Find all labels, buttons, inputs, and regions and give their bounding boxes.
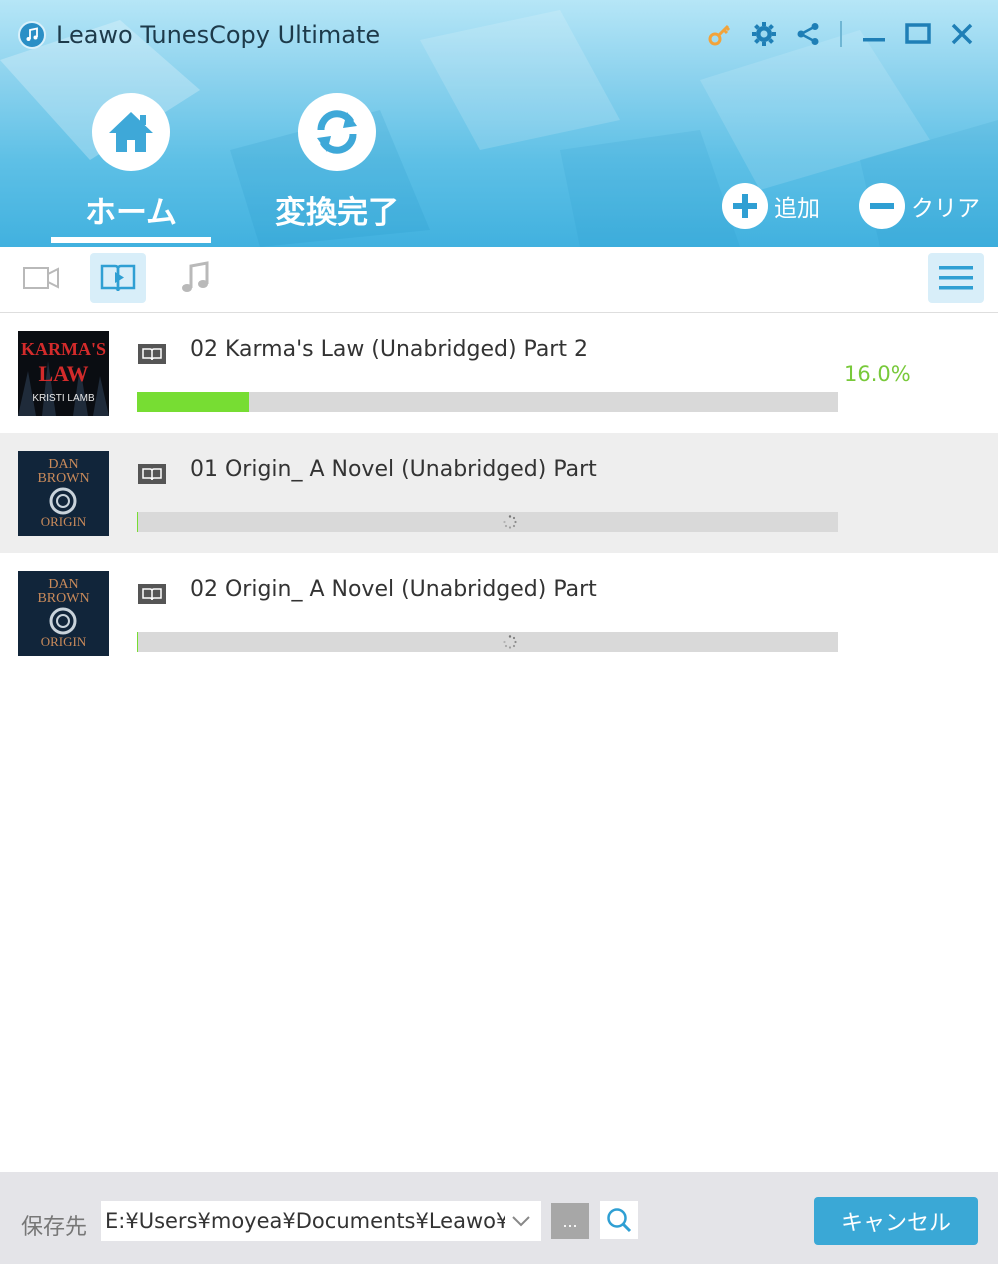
- music-icon: [182, 261, 209, 292]
- tab-converted-label: 変換完了: [275, 195, 399, 231]
- list-item[interactable]: DAN BROWN ORIGIN 02 Origin_ A Novel (Una…: [0, 553, 998, 673]
- clear-button-label: クリア: [911, 196, 980, 222]
- conversion-list: KARMA'S LAW KRISTI LAMB 02 Karma's Law (…: [0, 313, 998, 673]
- browse-button[interactable]: ...: [551, 1203, 589, 1239]
- app-title: Leawo TunesCopy Ultimate: [56, 21, 381, 49]
- loading-spinner-icon: [503, 635, 517, 649]
- key-icon[interactable]: [698, 14, 742, 54]
- cancel-button[interactable]: キャンセル: [814, 1197, 978, 1245]
- progress-bar-fill: [137, 392, 250, 412]
- album-cover: DAN BROWN ORIGIN: [18, 571, 109, 656]
- item-title: 02 Origin_ A Novel (Unabridged) Part: [190, 577, 597, 602]
- list-item[interactable]: KARMA'S LAW KRISTI LAMB 02 Karma's Law (…: [0, 313, 998, 433]
- item-title: 02 Karma's Law (Unabridged) Part 2: [190, 337, 588, 362]
- cover-text-line1: KARMA'S: [21, 339, 106, 359]
- video-icon: [23, 267, 59, 289]
- window-controls: [698, 14, 984, 54]
- convert-icon: [298, 93, 376, 171]
- active-tab-indicator: [51, 237, 211, 243]
- cover-text-line2: BROWN: [37, 591, 90, 606]
- list-item[interactable]: DAN BROWN ORIGIN 01 Origin_ A Novel (Una…: [0, 433, 998, 553]
- menu-button[interactable]: [928, 253, 984, 303]
- album-cover: DAN BROWN ORIGIN: [18, 451, 109, 536]
- cover-text-line3: ORIGIN: [40, 514, 87, 529]
- cover-text-line2: LAW: [38, 361, 89, 386]
- app-logo-icon: [18, 21, 46, 49]
- save-location-label: 保存先: [21, 1215, 88, 1240]
- add-button-label: 追加: [774, 196, 820, 222]
- home-icon: [92, 93, 170, 171]
- cover-text-line3: ORIGIN: [40, 634, 87, 649]
- footer-bar: 保存先 E:¥Users¥moyea¥Documents¥Leawo¥ ... …: [0, 1172, 998, 1264]
- clear-button[interactable]: クリア: [859, 183, 980, 229]
- item-title: 01 Origin_ A Novel (Unabridged) Part: [190, 457, 597, 482]
- video-filter-tab[interactable]: [13, 253, 69, 303]
- minus-icon: [859, 183, 905, 229]
- plus-icon: [722, 183, 768, 229]
- app-header: Leawo TunesCopy Ultimate ホーム 変換完了 追加 クリア: [0, 0, 998, 247]
- share-icon[interactable]: [786, 14, 830, 54]
- tab-home[interactable]: ホーム: [51, 93, 211, 243]
- progress-bar: [137, 392, 838, 412]
- progress-bar: [137, 632, 838, 652]
- progress-percent: 16.0%: [844, 362, 911, 386]
- window-controls-divider: [840, 21, 842, 47]
- music-filter-tab[interactable]: [167, 253, 223, 303]
- progress-bar-fill: [137, 632, 138, 652]
- audiobook-type-icon: [138, 464, 166, 484]
- maximize-icon[interactable]: [896, 14, 940, 54]
- title-bar: Leawo TunesCopy Ultimate: [18, 18, 380, 52]
- settings-icon[interactable]: [742, 14, 786, 54]
- audiobook-icon: [100, 264, 136, 292]
- cover-text-line2: BROWN: [37, 471, 90, 486]
- album-cover: KARMA'S LAW KRISTI LAMB: [18, 331, 109, 416]
- media-toolbar: [0, 247, 998, 313]
- tab-converted[interactable]: 変換完了: [257, 93, 417, 243]
- chevron-down-icon: [512, 1216, 530, 1227]
- menu-icon: [939, 266, 973, 290]
- progress-bar: [137, 512, 838, 532]
- search-icon: [607, 1208, 632, 1233]
- cover-text-line3: KRISTI LAMB: [32, 393, 95, 404]
- minimize-icon[interactable]: [852, 14, 896, 54]
- progress-bar-fill: [137, 512, 138, 532]
- loading-spinner-icon: [503, 515, 517, 529]
- close-icon[interactable]: [940, 14, 984, 54]
- tab-home-label: ホーム: [84, 195, 178, 231]
- add-button[interactable]: 追加: [722, 183, 820, 229]
- output-path-value: E:¥Users¥moyea¥Documents¥Leawo¥: [105, 1209, 505, 1233]
- audiobook-type-icon: [138, 344, 166, 364]
- audiobook-filter-tab[interactable]: [90, 253, 146, 303]
- open-folder-button[interactable]: [600, 1201, 638, 1239]
- output-path-select[interactable]: E:¥Users¥moyea¥Documents¥Leawo¥: [101, 1201, 541, 1241]
- audiobook-type-icon: [138, 584, 166, 604]
